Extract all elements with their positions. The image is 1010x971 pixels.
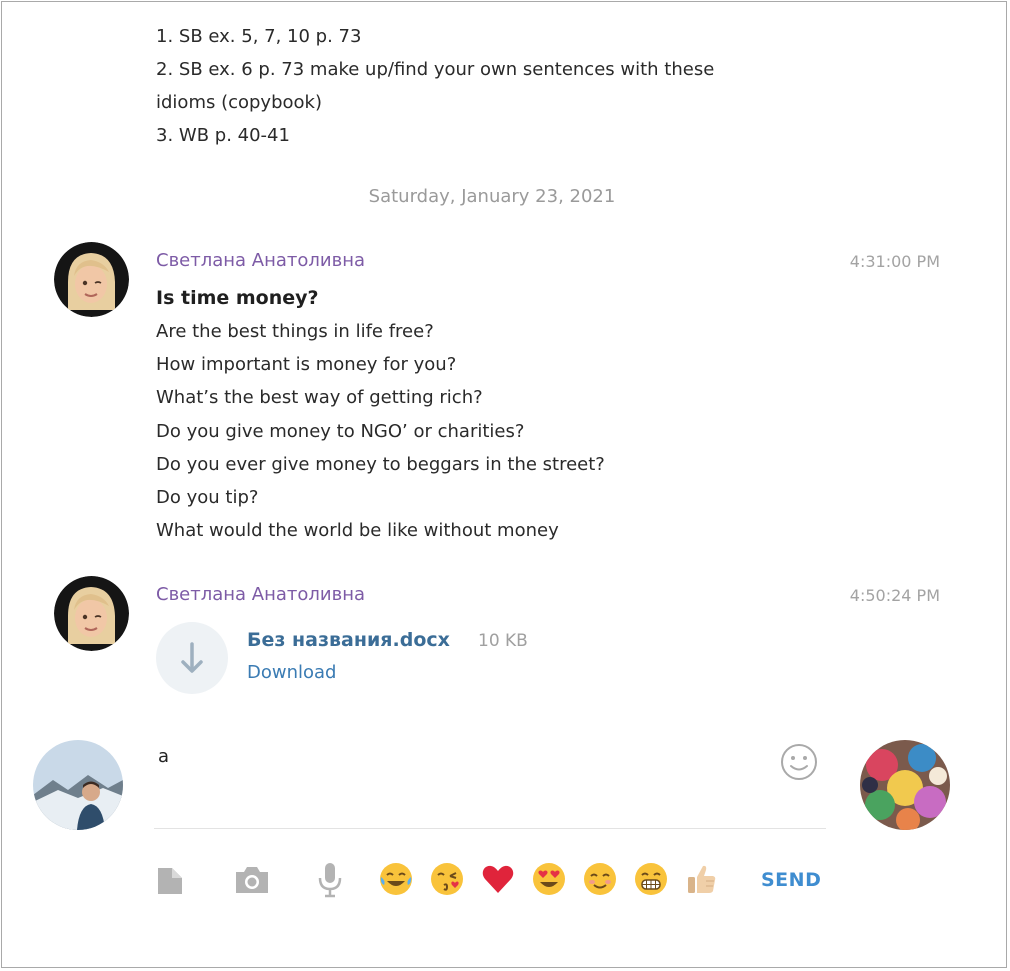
my-avatar[interactable] <box>33 740 123 830</box>
message-line: Do you give money to NGO’ or charities? <box>156 421 525 442</box>
sender-avatar[interactable] <box>54 242 129 317</box>
message-line: What would the world be like without mon… <box>156 520 559 541</box>
message-line: 1. SB ex. 5, 7, 10 p. 73 <box>156 26 362 47</box>
emoji-picker-icon[interactable] <box>779 742 819 782</box>
message-line: Do you tip? <box>156 487 259 508</box>
voice-message-button[interactable] <box>313 860 347 900</box>
thumbs-up-emoji-icon[interactable] <box>684 861 720 897</box>
message-line: 2. SB ex. 6 p. 73 make up/find your own … <box>156 59 715 80</box>
red-heart-emoji-icon[interactable] <box>480 861 516 897</box>
message-line: Are the best things in life free? <box>156 321 434 342</box>
sender-name[interactable]: Светлана Анатоливна <box>156 250 365 271</box>
tears-of-joy-emoji-icon[interactable] <box>378 861 414 897</box>
file-icon <box>158 868 182 894</box>
sender-avatar[interactable] <box>54 576 129 651</box>
contact-avatar[interactable] <box>860 740 950 830</box>
message-line: How important is money for you? <box>156 354 457 375</box>
message-title: Is time money? <box>156 287 319 309</box>
input-divider <box>154 828 826 829</box>
message-line: idioms (copybook) <box>156 92 322 113</box>
heart-eyes-emoji-icon[interactable] <box>531 861 567 897</box>
date-separator: Saturday, January 23, 2021 <box>368 186 616 207</box>
camera-button[interactable] <box>232 860 272 900</box>
message-line: 3. WB p. 40-41 <box>156 125 290 146</box>
attach-file-button[interactable] <box>152 860 188 900</box>
smiling-face-emoji-icon[interactable] <box>582 861 618 897</box>
send-button[interactable]: SEND <box>761 869 821 891</box>
download-file-button[interactable] <box>156 622 228 694</box>
file-name-link[interactable]: Без названия.docx <box>247 629 450 651</box>
file-size: 10 KB <box>478 631 528 651</box>
grinning-teeth-emoji-icon[interactable] <box>633 861 669 897</box>
chat-window <box>1 1 1007 968</box>
message-line: What’s the best way of getting rich? <box>156 387 483 408</box>
microphone-icon <box>318 863 342 898</box>
camera-icon <box>236 867 268 893</box>
download-link[interactable]: Download <box>247 662 336 683</box>
message-line: Do you ever give money to beggars in the… <box>156 454 605 475</box>
sender-name[interactable]: Светлана Анатоливна <box>156 584 365 605</box>
message-time: 4:31:00 PM <box>849 252 940 271</box>
kissing-heart-emoji-icon[interactable] <box>429 861 465 897</box>
message-input[interactable]: a <box>158 746 169 767</box>
download-arrow-icon <box>181 642 203 673</box>
message-time: 4:50:24 PM <box>849 586 940 605</box>
